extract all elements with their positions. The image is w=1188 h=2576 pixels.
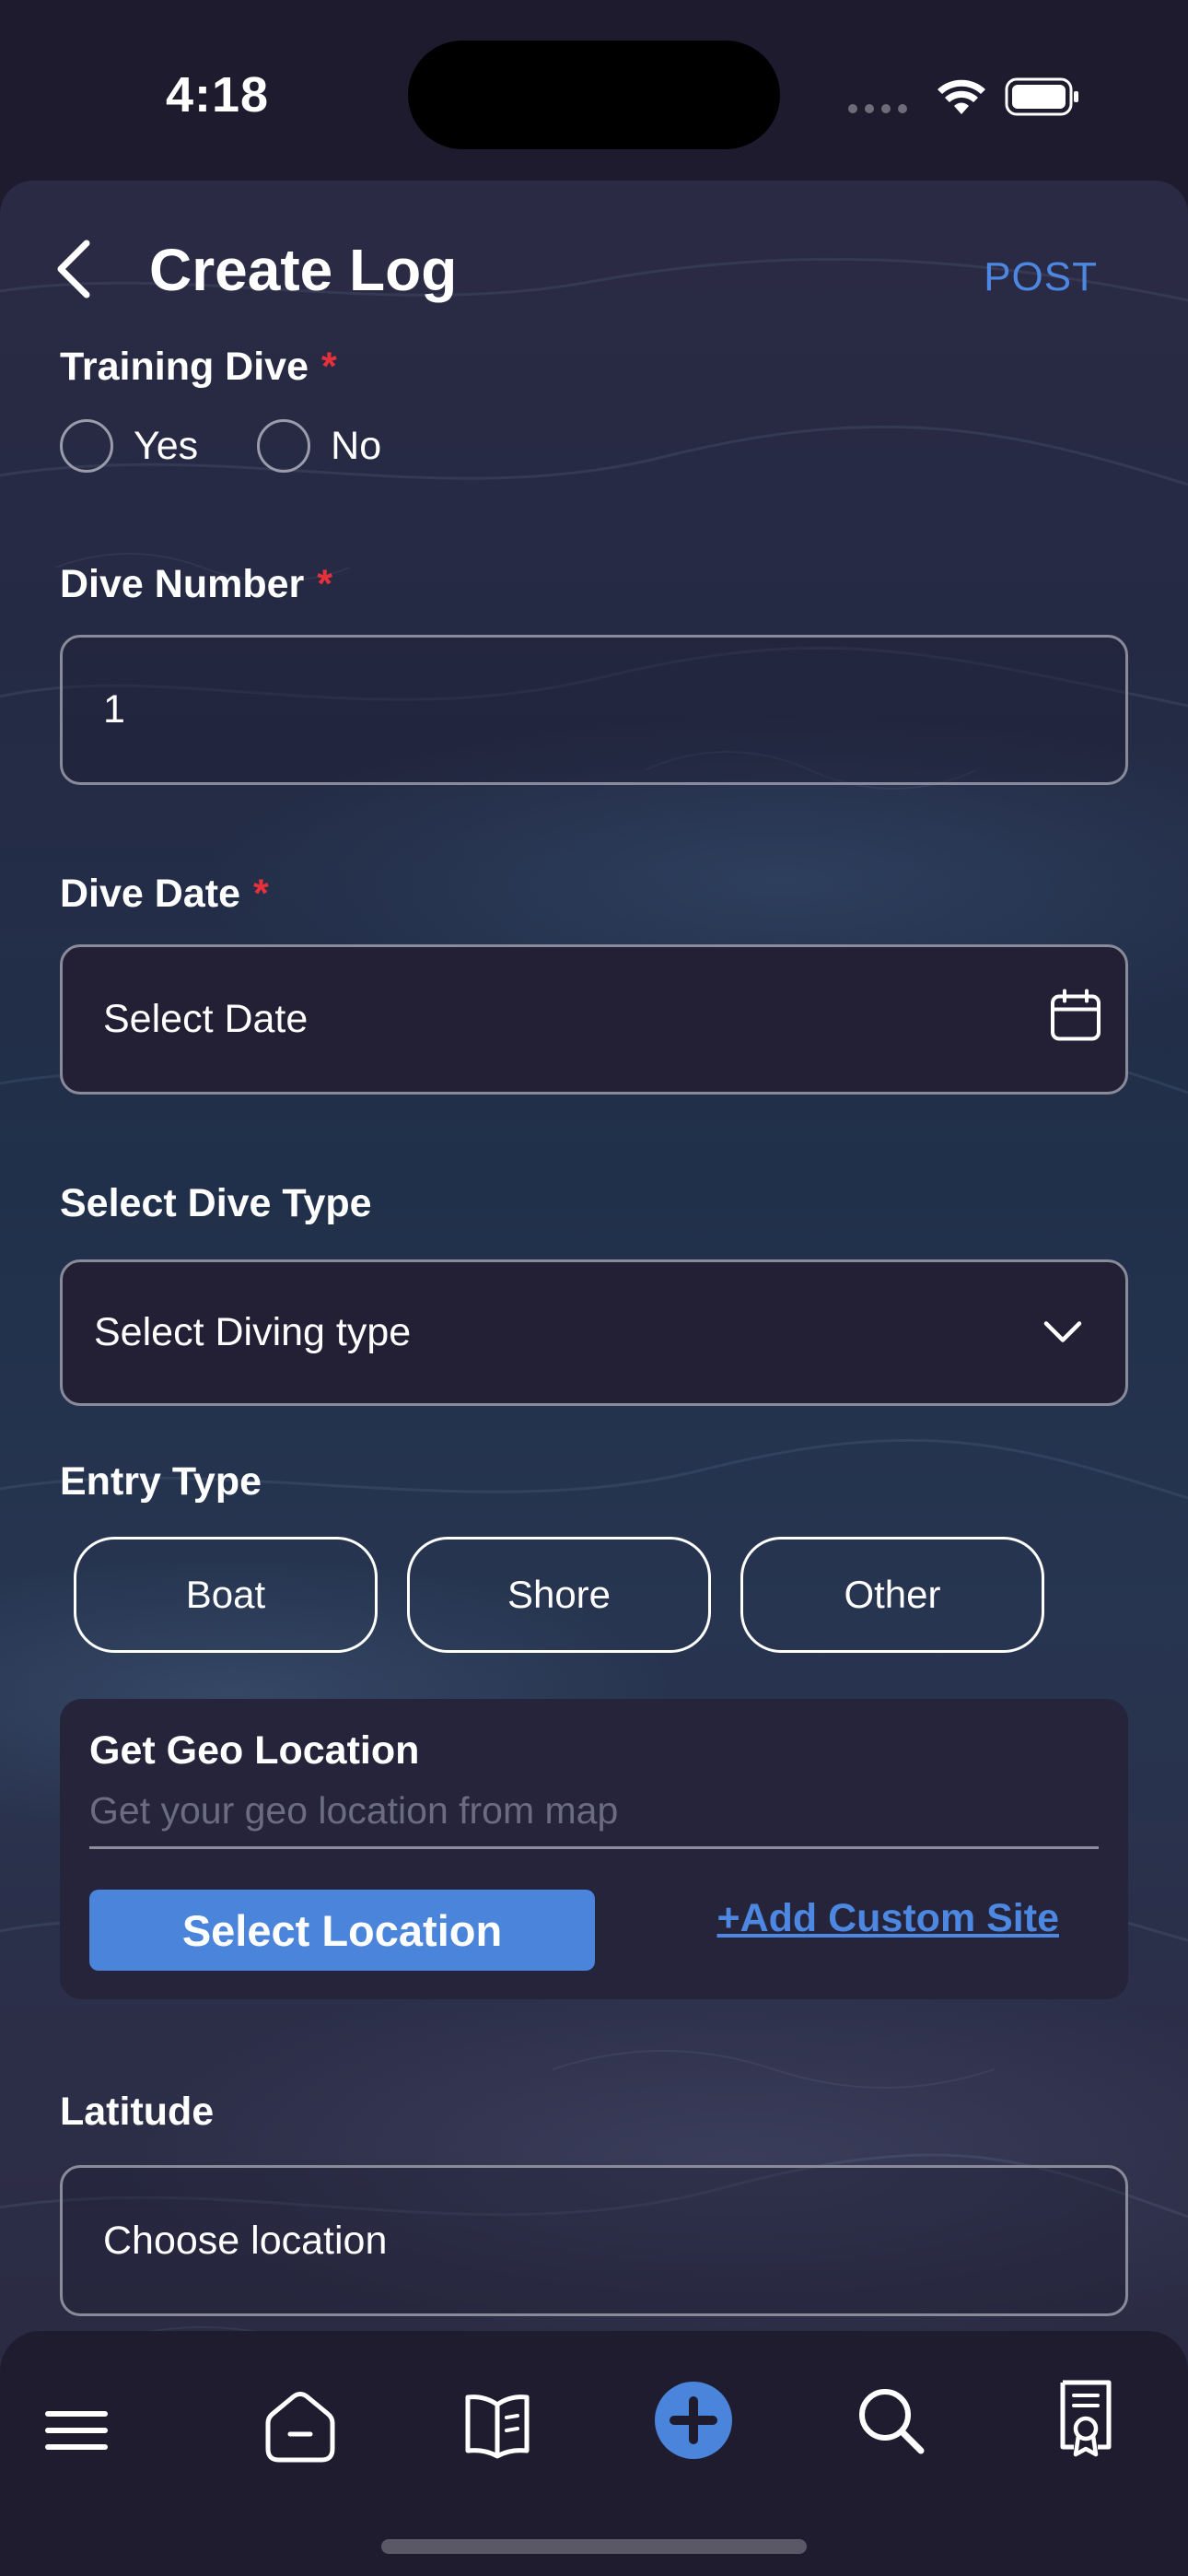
geo-location-title: Get Geo Location — [89, 1728, 420, 1773]
search-icon[interactable] — [855, 2384, 928, 2463]
calendar-icon[interactable] — [1048, 987, 1103, 1052]
dive-date-field[interactable]: Select Date — [60, 944, 1128, 1095]
entry-type-boat[interactable]: Boat — [74, 1537, 378, 1653]
latitude-field[interactable]: Choose location — [60, 2165, 1128, 2316]
entry-type-label: Entry Type — [60, 1459, 262, 1504]
status-time: 4:18 — [166, 67, 270, 123]
required-asterisk: * — [317, 562, 332, 606]
dive-number-label: Dive Number * — [60, 562, 332, 606]
entry-type-shore[interactable]: Shore — [407, 1537, 711, 1653]
back-button[interactable] — [46, 232, 101, 306]
training-dive-radio-group: Yes No — [60, 419, 440, 473]
dive-type-label: Select Dive Type — [60, 1181, 372, 1225]
chevron-left-icon — [57, 240, 90, 299]
geo-location-input[interactable]: Get your geo location from map — [89, 1789, 618, 1832]
required-asterisk: * — [252, 872, 269, 916]
select-location-button[interactable]: Select Location — [89, 1890, 595, 1971]
battery-icon — [1005, 77, 1078, 116]
status-icons — [842, 74, 1081, 118]
home-indicator — [381, 2539, 807, 2554]
certificate-icon[interactable] — [1055, 2377, 1116, 2465]
post-button[interactable]: POST — [984, 254, 1098, 300]
dive-number-input[interactable]: 1 — [60, 635, 1128, 785]
radio-no[interactable] — [257, 419, 311, 473]
radio-no-label: No — [331, 423, 382, 468]
geo-input-underline — [89, 1846, 1099, 1849]
training-dive-label: Training Dive * — [60, 345, 337, 389]
dive-date-label: Dive Date * — [60, 872, 269, 916]
page-title: Create Log — [149, 237, 458, 303]
add-icon[interactable] — [654, 2381, 733, 2465]
dive-number-value: 1 — [103, 687, 125, 732]
radio-yes-label: Yes — [134, 423, 199, 468]
wifi-icon — [938, 79, 985, 114]
entry-type-other[interactable]: Other — [740, 1537, 1044, 1653]
home-icon[interactable] — [261, 2386, 340, 2470]
signal-icon — [848, 104, 907, 113]
required-asterisk: * — [321, 345, 337, 389]
logbook-icon[interactable] — [460, 2390, 534, 2466]
radio-yes[interactable] — [60, 419, 113, 473]
entry-type-options: Boat Shore Other — [74, 1537, 1074, 1653]
geo-location-card: Get Geo Location Get your geo location f… — [60, 1699, 1128, 1999]
dive-type-placeholder: Select Diving type — [94, 1310, 412, 1354]
dive-type-select[interactable]: Select Diving type — [60, 1259, 1128, 1406]
latitude-label: Latitude — [60, 2090, 215, 2134]
chevron-down-icon — [1041, 1310, 1085, 1355]
dynamic-island — [408, 41, 780, 149]
latitude-placeholder: Choose location — [103, 2218, 388, 2263]
add-custom-site-link[interactable]: +Add Custom Site — [716, 1896, 1059, 1941]
dive-date-placeholder: Select Date — [103, 997, 309, 1041]
menu-icon[interactable] — [44, 2403, 109, 2463]
